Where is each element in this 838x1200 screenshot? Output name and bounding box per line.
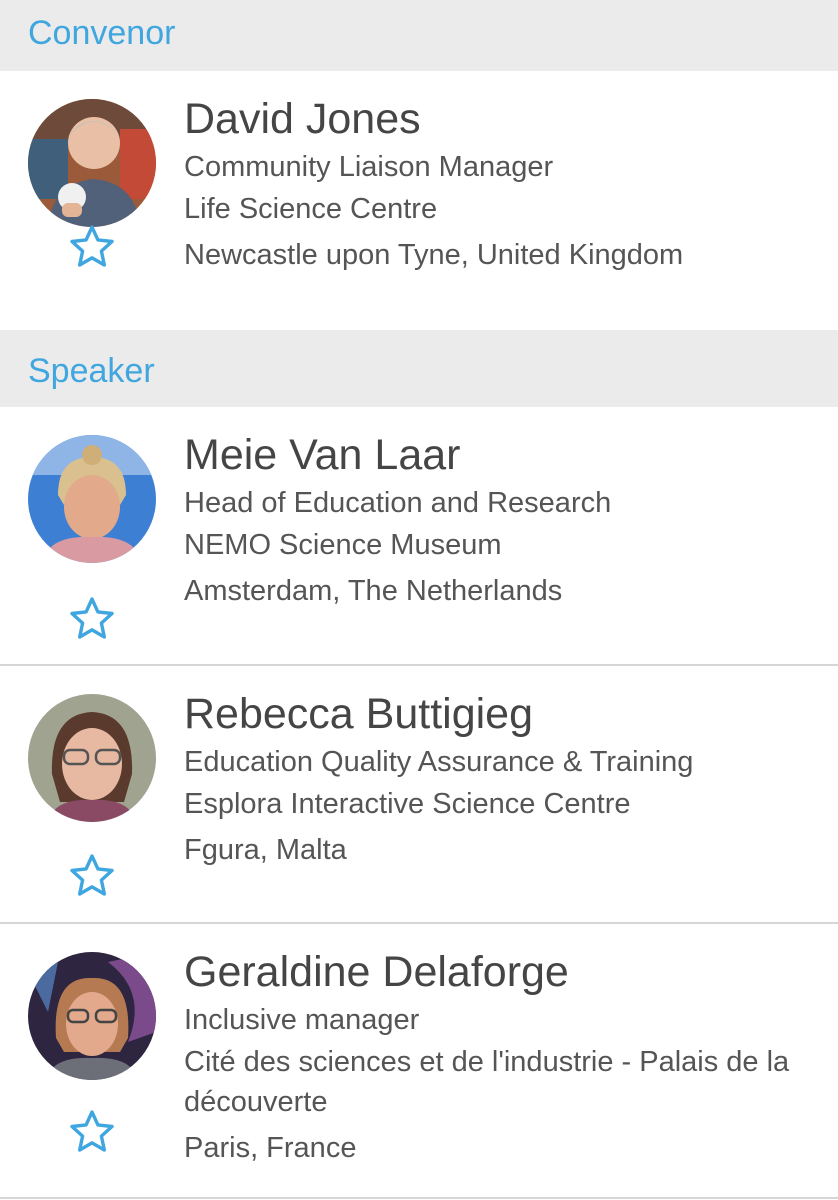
favorite-star-icon[interactable] <box>68 595 116 643</box>
person-location: Paris, France <box>184 1132 357 1164</box>
person-role: Community Liaison Manager <box>184 151 554 183</box>
person-card-rebecca-buttigieg[interactable]: Rebecca Buttigieg Education Quality Assu… <box>0 666 838 924</box>
person-card-meie-van-laar[interactable]: Meie Van Laar Head of Education and Rese… <box>0 407 838 666</box>
person-card-david-jones[interactable]: David Jones Community Liaison Manager Li… <box>0 71 838 330</box>
person-name: David Jones <box>184 95 421 143</box>
favorite-star-icon[interactable] <box>68 223 116 271</box>
section-header-speaker: Speaker <box>0 330 838 407</box>
avatar[interactable] <box>28 99 156 227</box>
person-role: Inclusive manager <box>184 1004 420 1036</box>
person-organization: Esplora Interactive Science Centre <box>184 788 631 820</box>
person-name: Meie Van Laar <box>184 431 461 479</box>
person-location: Newcastle upon Tyne, United Kingdom <box>184 239 684 271</box>
person-organization: Cité des sciences et de l'industrie - Pa… <box>184 1046 790 1118</box>
person-organization: Life Science Centre <box>184 193 438 225</box>
person-name: Geraldine Delaforge <box>184 948 569 996</box>
person-card-geraldine-delaforge[interactable]: Geraldine Delaforge Inclusive manager Ci… <box>0 924 838 1199</box>
avatar[interactable] <box>28 952 156 1080</box>
person-organization: NEMO Science Museum <box>184 529 502 561</box>
section-header-convenor: Convenor <box>0 0 838 71</box>
person-location: Fgura, Malta <box>184 834 347 866</box>
person-role: Head of Education and Research <box>184 487 612 519</box>
person-role: Education Quality Assurance & Training <box>184 746 694 778</box>
avatar[interactable] <box>28 435 156 563</box>
person-name: Rebecca Buttigieg <box>184 690 533 738</box>
person-location: Amsterdam, The Netherlands <box>184 575 563 607</box>
favorite-star-icon[interactable] <box>68 852 116 900</box>
favorite-star-icon[interactable] <box>68 1108 116 1156</box>
avatar[interactable] <box>28 694 156 822</box>
